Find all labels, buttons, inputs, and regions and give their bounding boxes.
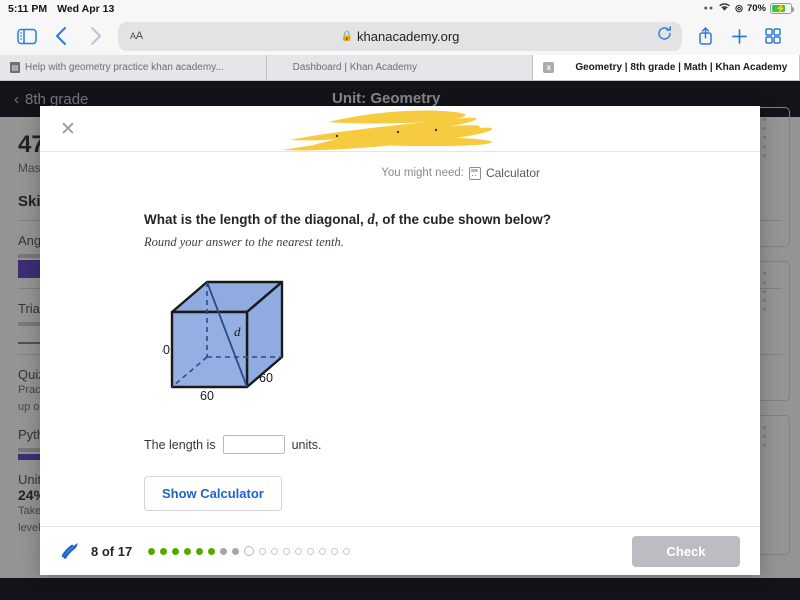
url-bar[interactable]: AAAA 🔒 khanacademy.org [118, 21, 682, 51]
close-icon[interactable]: ✕ [58, 120, 78, 140]
show-calculator-button[interactable]: Show Calculator [144, 476, 282, 512]
progress-dot [259, 547, 267, 555]
you-might-need-label: You might need: [381, 167, 464, 179]
url-text: khanacademy.org [357, 28, 460, 44]
khan-leaf-icon [559, 62, 570, 73]
location-icon: ◎ [735, 3, 743, 13]
tab-bar: ▤ Help with geometry practice khan acade… [0, 55, 800, 81]
tab-help-geometry[interactable]: ▤ Help with geometry practice khan acade… [0, 55, 267, 80]
modal-body: You might need: Calculator What is the l… [40, 152, 760, 512]
progress-dot [232, 547, 240, 555]
tab-label: Help with geometry practice khan academy… [25, 62, 224, 73]
progress-dot [343, 547, 351, 555]
screen: 5:11 PM Wed Apr 13 ●● ◎ 70% ⚡ AAAA [0, 0, 800, 600]
progress-dot [160, 547, 168, 555]
progress-dot [208, 547, 216, 555]
progress-dot [295, 547, 303, 555]
progress-dot [307, 547, 315, 555]
battery-percent: 70% [746, 3, 766, 14]
edge-label-bottom: 60 [200, 389, 214, 402]
battery-charging-icon: ⚡ [770, 3, 794, 14]
status-date: Wed Apr 13 [57, 2, 115, 15]
progress-text: 8 of 17 [91, 543, 133, 559]
progress-dot [283, 547, 291, 555]
question-title: What is the length of the diagonal, d, o… [144, 210, 656, 231]
question-instruction: Round your answer to the nearest tenth. [144, 235, 344, 250]
bluetooth-dots-icon: ●● [703, 5, 715, 12]
edge-label-left: 60 [162, 343, 170, 357]
browser-toolbar: AAAA 🔒 khanacademy.org [0, 17, 800, 55]
progress-dot [319, 547, 327, 555]
khan-leaf-icon [277, 62, 288, 73]
tab-close-icon[interactable]: x [543, 62, 555, 73]
question-variable: d [367, 212, 375, 228]
status-bar-left: 5:11 PM Wed Apr 13 [8, 3, 114, 15]
tab-label: Dashboard | Khan Academy [292, 62, 418, 73]
sidebar-icon[interactable] [10, 21, 44, 51]
text-size-button[interactable]: AAAA [130, 30, 143, 42]
answer-prefix: The length is [144, 437, 216, 452]
new-tab-icon[interactable] [722, 21, 756, 51]
wifi-icon [718, 2, 731, 15]
answer-input[interactable] [222, 435, 285, 455]
edge-label-right: 60 [259, 371, 273, 385]
modal-header: ✕ [40, 106, 760, 152]
diagonal-label-d: d [234, 324, 241, 339]
progress-dots [148, 546, 351, 556]
you-might-need-row: You might need: Calculator [144, 166, 656, 180]
share-icon[interactable] [688, 21, 722, 51]
tabs-grid-icon[interactable] [756, 21, 790, 51]
answer-row: The length is units. [144, 435, 656, 455]
exercise-modal: ✕ You might need: Calculator What is the… [40, 106, 760, 575]
url-text-group: 🔒 khanacademy.org [118, 29, 682, 44]
check-button[interactable]: Check [632, 535, 740, 567]
back-button[interactable] [44, 21, 78, 51]
tab-dashboard[interactable]: Dashboard | Khan Academy [266, 55, 534, 80]
yellow-highlighter-scribble [282, 110, 493, 151]
question-prefix: What is the length of the diagonal, [144, 212, 368, 227]
calculator-icon [468, 166, 481, 180]
status-time: 5:11 PM [8, 2, 48, 15]
status-bar: 5:11 PM Wed Apr 13 ●● ◎ 70% ⚡ [0, 0, 800, 17]
progress-dot [271, 547, 279, 555]
modal-footer: 8 of 17 Check [40, 526, 760, 575]
reload-icon[interactable] [657, 26, 672, 46]
progress-dot [196, 547, 204, 555]
forward-button[interactable] [78, 21, 112, 51]
status-bar-right: ●● ◎ 70% ⚡ [703, 2, 794, 15]
calculator-label[interactable]: Calculator [486, 166, 540, 180]
progress-dot [184, 547, 192, 555]
khan-academy-pencil-icon [60, 542, 82, 560]
tab-geometry-8th-grade[interactable]: x Geometry | 8th grade | Math | Khan Aca… [533, 55, 800, 80]
cube-figure: d 60 60 60 [156, 272, 656, 407]
document-icon: ▤ [10, 62, 20, 73]
progress-dot [172, 547, 180, 555]
progress-dot-current [244, 546, 255, 556]
lock-icon: 🔒 [340, 30, 354, 42]
question-suffix: , of the cube shown below? [374, 212, 552, 227]
progress-group: 8 of 17 [60, 542, 351, 560]
tab-label: Geometry | 8th grade | Math | Khan Acade… [575, 62, 788, 73]
progress-dot [148, 547, 156, 555]
answer-suffix: units. [291, 437, 322, 452]
progress-dot [220, 547, 228, 555]
progress-dot [331, 547, 339, 555]
